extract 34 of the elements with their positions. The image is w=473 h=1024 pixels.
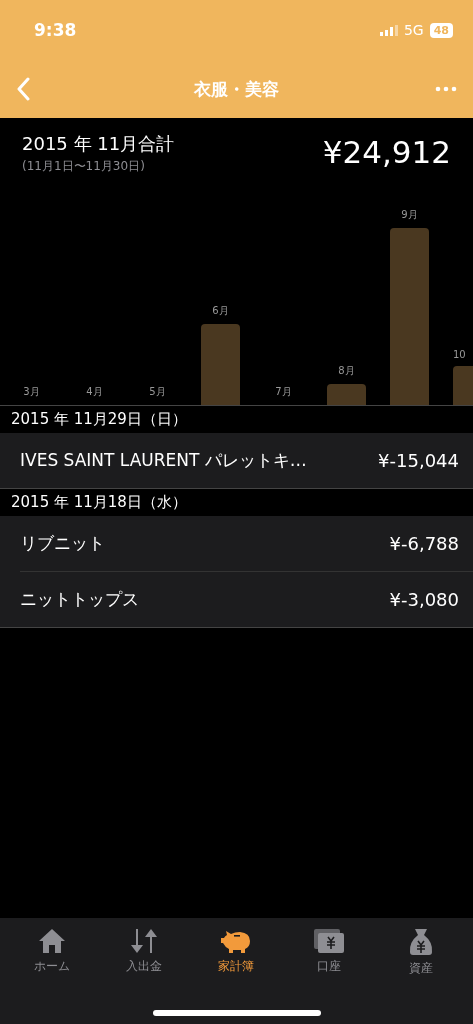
- battery-indicator: 48: [429, 22, 453, 38]
- summary-title: 2015 年 11月合計: [22, 132, 175, 156]
- piggy-bank-icon: [220, 928, 253, 954]
- section-date: 2015 年 11月29日（日）: [11, 410, 187, 429]
- tab-item[interactable]: 口座: [288, 928, 369, 977]
- month-label: 9月: [401, 208, 418, 222]
- month-label: 4月: [86, 385, 103, 399]
- month-label: 6月: [212, 304, 229, 318]
- back-icon: [16, 77, 30, 101]
- month-label: 7月: [275, 385, 292, 399]
- month-label: 3月: [23, 385, 40, 399]
- date-range: (11月1日〜11月30日): [22, 158, 146, 175]
- status-time: 9:38: [34, 20, 77, 40]
- tab-item[interactable]: 家計簿: [196, 928, 277, 977]
- network-label: 5G: [403, 22, 424, 38]
- month-bar: [327, 384, 366, 405]
- more-icon: [435, 86, 457, 92]
- money-bag-icon: [407, 928, 434, 956]
- tab-item[interactable]: 資産: [380, 928, 461, 977]
- month-bar: [453, 366, 473, 405]
- tab-item[interactable]: ホーム: [12, 928, 93, 977]
- transaction-row[interactable]: ニットトップス ¥-3,080: [20, 572, 473, 627]
- month-label: 8月: [338, 364, 355, 378]
- month-label: 5月: [149, 385, 166, 399]
- transaction-row[interactable]: リブニット ¥-6,788: [20, 516, 473, 572]
- section-date: 2015 年 11月18日（水）: [11, 493, 187, 512]
- signal-icon: [379, 24, 398, 36]
- transfer-icon: [129, 928, 160, 954]
- total-amount: ¥24,912: [322, 134, 451, 170]
- page-title: 衣服・美容: [194, 77, 279, 101]
- house-icon: [38, 928, 67, 954]
- month-label: 10: [453, 349, 466, 360]
- tab-item[interactable]: 入出金: [104, 928, 185, 977]
- wallet-icon: [312, 928, 345, 954]
